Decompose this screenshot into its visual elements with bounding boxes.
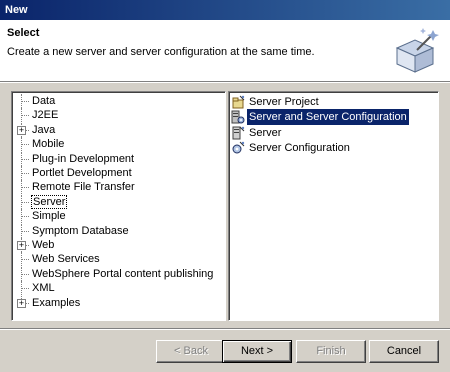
server-and-config-icon xyxy=(231,110,245,124)
tree-connector xyxy=(21,101,29,102)
tree-item[interactable]: + Java xyxy=(12,122,225,137)
tree-item-label: Java xyxy=(32,123,56,136)
tree-item-label: J2EE xyxy=(32,109,59,122)
tree-item[interactable]: Server xyxy=(12,194,225,209)
new-wizard-icon xyxy=(395,28,439,73)
banner-separator xyxy=(0,82,450,83)
tree-item-label: Web Services xyxy=(32,253,100,266)
tree-item-label: Server xyxy=(31,194,68,209)
tree-item[interactable]: Mobile xyxy=(12,137,225,152)
server-project-icon xyxy=(231,95,245,109)
tree-item-label: Data xyxy=(32,95,56,107)
wizard-list-item-label: Server and Server Configuration xyxy=(247,109,409,126)
server-configuration-icon xyxy=(231,141,245,155)
wizard-list-item-label: Server Configuration xyxy=(249,141,350,154)
back-button[interactable]: < Back xyxy=(156,340,226,363)
tree-item[interactable]: XML xyxy=(12,281,225,296)
tree-item-label: Mobile xyxy=(32,138,65,151)
tree-item[interactable]: Symptom Database xyxy=(12,223,225,238)
tree-item-label: Portlet Development xyxy=(32,167,132,179)
wizard-banner: Select Create a new server and server co… xyxy=(0,20,450,82)
tree-item[interactable]: + Web xyxy=(12,238,225,252)
tree-connector xyxy=(21,230,29,232)
tree-item-label: Plug-in Development xyxy=(32,152,135,165)
tree-connector xyxy=(21,187,29,189)
expand-icon[interactable]: + xyxy=(17,241,26,250)
tree-connector xyxy=(21,115,29,117)
tree-item-label: Remote File Transfer xyxy=(32,181,135,194)
tree-connector xyxy=(21,216,29,218)
next-button[interactable]: Next > xyxy=(222,340,292,363)
tree-item[interactable]: Web Services xyxy=(12,252,225,267)
wizard-list-item[interactable]: Server Configuration xyxy=(231,140,436,156)
tree-connector xyxy=(21,201,29,203)
tree-item[interactable]: WebSphere Portal content publishing xyxy=(12,266,225,281)
tree-connector xyxy=(21,273,29,275)
tree-item-label: Symptom Database xyxy=(32,224,129,237)
wizard-list-item-label: Server Project xyxy=(249,96,319,108)
tree-connector xyxy=(21,173,29,174)
page-title: Select xyxy=(7,27,40,39)
wizard-list-item[interactable]: Server and Server Configuration xyxy=(231,109,436,126)
expand-icon[interactable]: + xyxy=(17,125,26,135)
cancel-button[interactable]: Cancel xyxy=(369,340,439,363)
wizard-list[interactable]: Server Project Server and Server Configur… xyxy=(228,91,439,321)
tree-item[interactable]: Simple xyxy=(12,209,225,224)
tree-connector xyxy=(21,259,29,261)
wizard-list-item[interactable]: Server Project xyxy=(231,94,436,110)
page-description: Create a new server and server configura… xyxy=(7,46,315,58)
tree-item-label: Simple xyxy=(32,210,66,223)
tree-item-label: WebSphere Portal content publishing xyxy=(32,267,214,280)
wizard-category-tree[interactable]: Data J2EE + Java Mobile Plug-in Development Po… xyxy=(11,91,226,321)
tree-item[interactable]: J2EE xyxy=(12,108,225,123)
button-bar-separator-highlight xyxy=(0,329,450,330)
expand-icon[interactable]: + xyxy=(17,298,26,308)
tree-item-label: Web xyxy=(32,239,55,251)
server-icon xyxy=(231,126,245,140)
tree-connector xyxy=(21,288,29,290)
wizard-list-item-label: Server xyxy=(249,126,282,139)
tree-item[interactable]: Remote File Transfer xyxy=(12,180,225,195)
tree-item-label: Examples xyxy=(32,296,81,309)
tree-connector xyxy=(21,158,29,160)
window-title: New xyxy=(5,4,28,16)
tree-item[interactable]: Data xyxy=(12,94,225,108)
window-title-bar[interactable]: New xyxy=(0,0,450,20)
tree-item-label: XML xyxy=(32,282,55,295)
tree-connector xyxy=(21,144,29,146)
wizard-list-item[interactable]: Server xyxy=(231,125,436,141)
tree-item[interactable]: + Examples xyxy=(12,295,225,310)
finish-button[interactable]: Finish xyxy=(296,340,366,363)
tree-item[interactable]: Plug-in Development xyxy=(12,151,225,166)
tree-item[interactable]: Portlet Development xyxy=(12,166,225,180)
